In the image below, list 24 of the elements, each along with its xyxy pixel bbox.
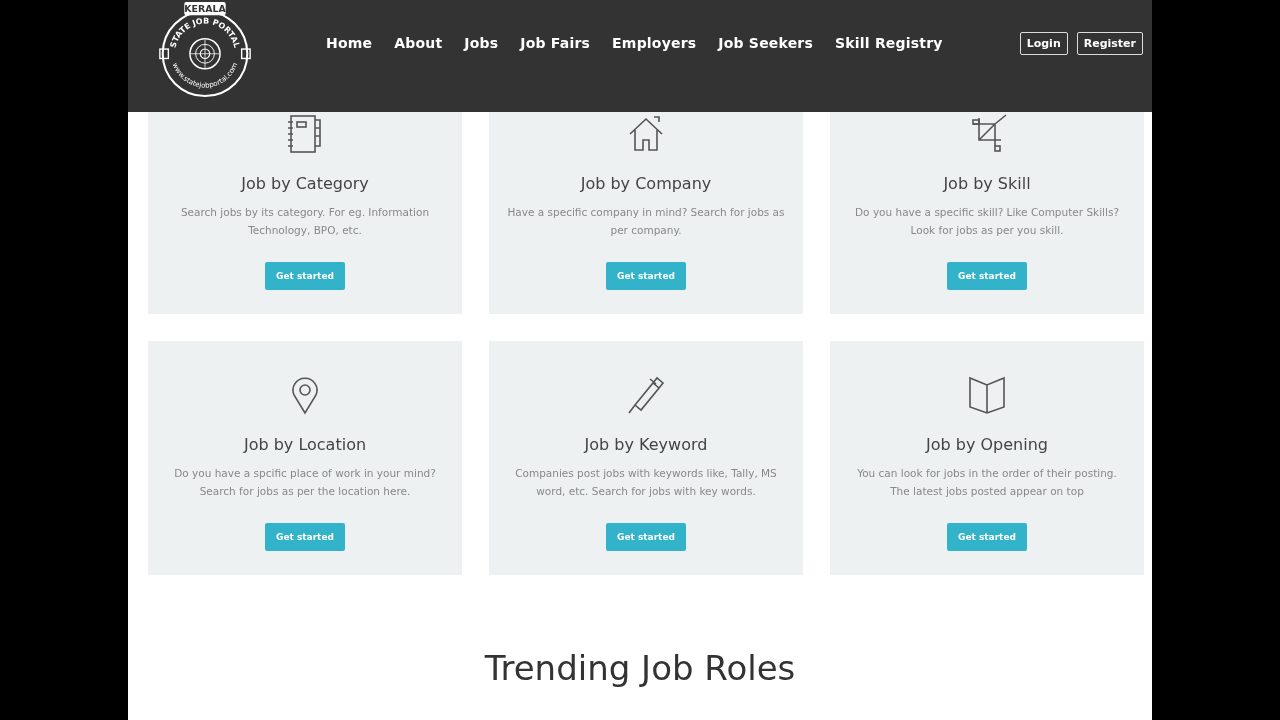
nav-link[interactable]: Skill Registry <box>835 35 943 51</box>
card-title: Job by Company <box>580 174 712 193</box>
nav-link[interactable]: About <box>394 35 443 51</box>
card-description: Do you have a spcific place of work in your mind? Search for jobs as per the location here. <box>173 466 437 499</box>
section-heading: Trending Job Roles <box>483 648 797 688</box>
card-title: Job by Category <box>241 174 369 193</box>
card-title: Job by Opening <box>926 435 1048 454</box>
open-book-icon <box>967 375 1007 415</box>
card-title: Job by Keyword <box>584 435 708 454</box>
card-title: Job by Location <box>243 435 367 454</box>
card-description: Do you have a specific skill? Like Computer Skills? Look for jobs as per you skill. <box>854 205 1120 238</box>
card-description: Search jobs by its category. For eg. Information Technology, BPO, etc. <box>179 205 431 238</box>
register-button[interactable]: Register <box>1076 31 1143 55</box>
login-button[interactable]: Login <box>1019 31 1068 55</box>
nav-link[interactable]: Jobs <box>464 35 499 51</box>
pen-icon <box>626 375 666 415</box>
nav-link[interactable]: Job Seekers <box>718 35 813 51</box>
card-title: Job by Skill <box>943 174 1031 193</box>
card-description: Have a specific company in mind? Search for jobs as per company. <box>506 205 786 238</box>
nav-link[interactable]: Home <box>326 35 373 51</box>
nav-link[interactable]: Employers <box>612 35 697 51</box>
card-description: You can look for jobs in the order of their posting. The latest jobs posted appear on top <box>856 466 1118 499</box>
nav-link[interactable]: Job Fairs <box>520 35 591 51</box>
card-description: Companies post jobs with keywords like, Tally, MS word, etc. Search for jobs with key words. <box>514 466 778 499</box>
